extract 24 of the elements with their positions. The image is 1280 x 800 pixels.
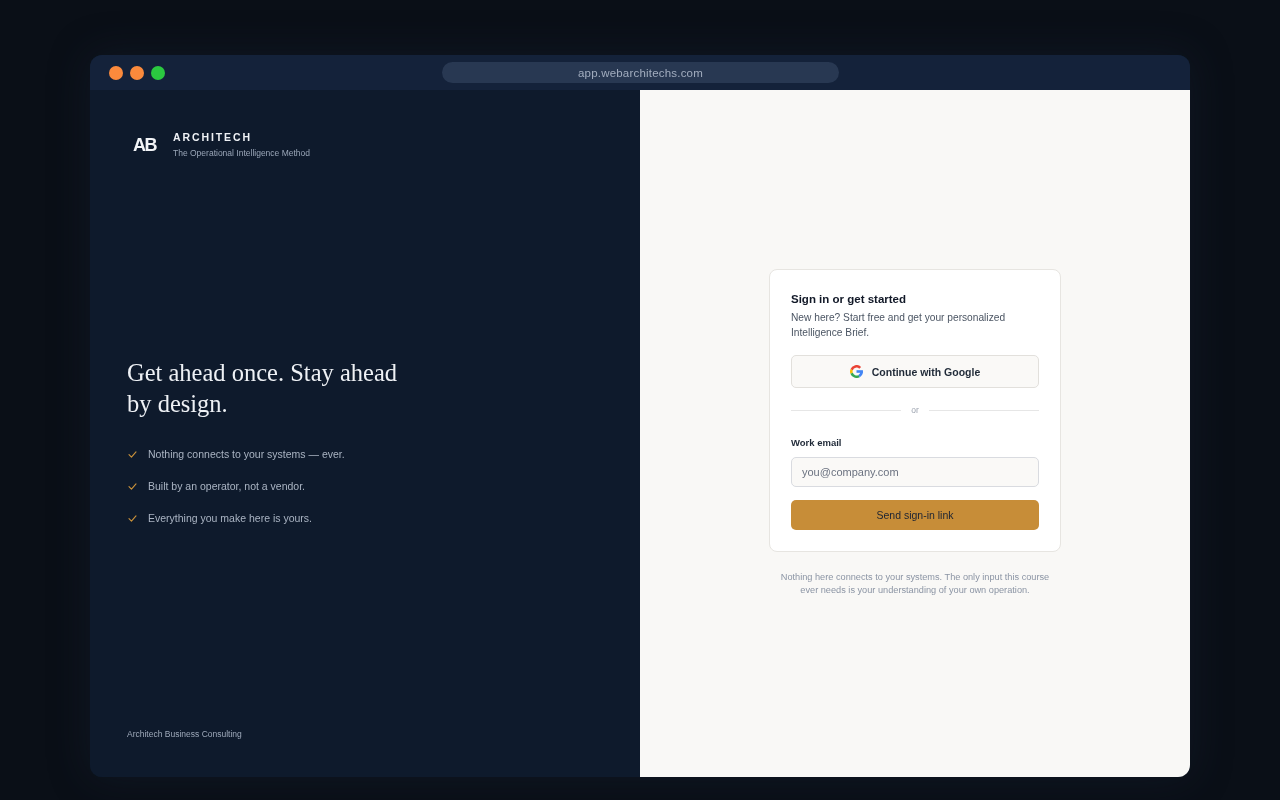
close-dot-icon[interactable] (109, 65, 123, 80)
divider-text: or (911, 404, 919, 416)
check-icon (128, 514, 137, 522)
feature-text: Everything you make here is yours. (148, 511, 312, 526)
google-button[interactable]: Continue with Google (791, 355, 1039, 388)
maximize-dot-icon[interactable] (151, 65, 165, 80)
field-label: Work email (791, 436, 843, 450)
brand-name: ARCHITECH (173, 130, 253, 144)
minimize-dot-icon[interactable] (130, 65, 144, 80)
privacy-note: Nothing here connects to your systems. The only input this course ever needs is your understanding of your own operation. (779, 571, 1051, 597)
email-field[interactable]: you@company.com (791, 457, 1039, 487)
address-bar[interactable]: app.webarchitechs.com (442, 62, 839, 83)
brand-tagline: The Operational Intelligence Method (173, 147, 311, 159)
check-icon (128, 482, 137, 490)
feature-text: Nothing connects to your systems — ever. (148, 447, 345, 462)
check-icon (128, 450, 137, 458)
headline: Get ahead once. Stay ahead by design. (127, 358, 399, 419)
logo-mark: AB (133, 136, 158, 154)
google-g-icon (849, 365, 863, 378)
send-link-button[interactable]: Send sign-in link (791, 500, 1039, 530)
card-subtitle: New here? Start free and get your personalized Intelligence Brief. (791, 311, 1007, 340)
footer-text: Architech Business Consulting (127, 728, 242, 740)
feature-text: Built by an operator, not a vendor. (148, 479, 306, 494)
card-title: Sign in or get started (791, 292, 907, 307)
